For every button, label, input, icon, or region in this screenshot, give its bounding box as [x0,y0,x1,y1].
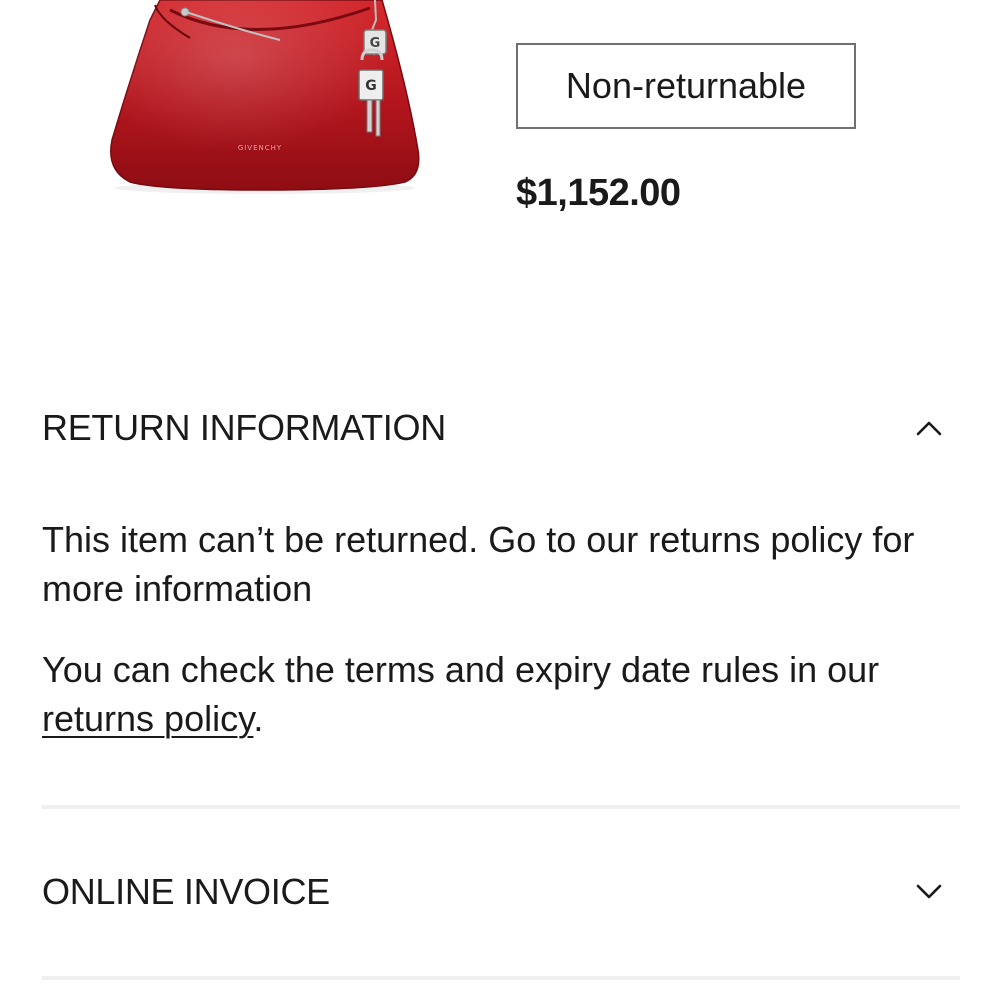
online-invoice-title: ONLINE INVOICE [42,871,330,912]
online-invoice-toggle[interactable]: ONLINE INVOICE [42,862,958,922]
non-returnable-label: Non-returnable [565,65,807,106]
return-information-toggle[interactable]: RETURN INFORMATION [42,398,958,458]
product-price: $1,152.00 [516,172,681,214]
section-divider [42,805,960,809]
svg-text:G: G [365,78,377,94]
return-information-title: RETURN INFORMATION [42,407,446,448]
non-returnable-message: This item can’t be returned. Go to our r… [42,519,915,609]
returns-policy-message: You can check the terms and expiry date … [42,645,958,743]
section-divider [42,976,960,980]
returns-policy-message-text: You can check the terms and expiry date … [42,649,880,690]
bag-brand-text: GIVENCHY [238,144,282,152]
returns-policy-link[interactable]: returns policy [42,698,253,739]
non-returnable-badge: Non-returnable [516,43,856,129]
chevron-down-icon[interactable] [914,877,944,907]
returns-policy-message-end: . [253,698,264,739]
product-image[interactable]: GIVENCHY G G [100,0,430,195]
chevron-up-icon[interactable] [914,413,944,443]
